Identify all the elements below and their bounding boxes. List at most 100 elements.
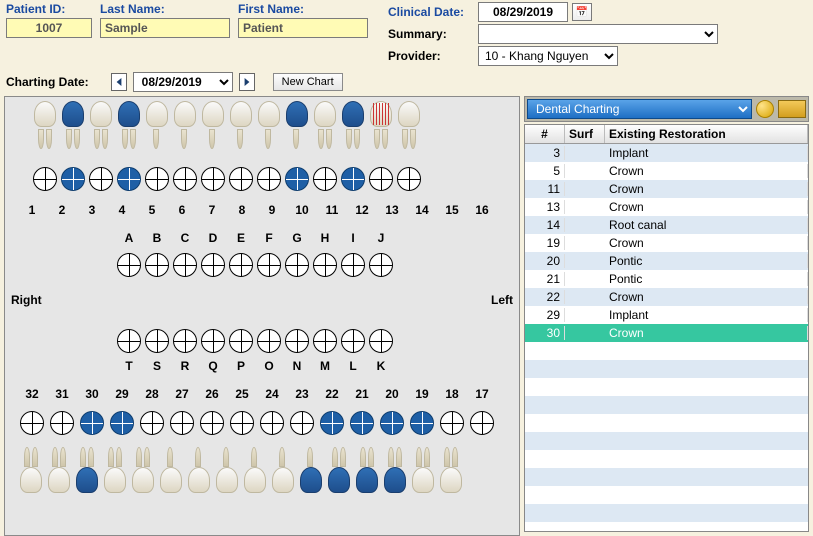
table-row[interactable] bbox=[525, 342, 808, 360]
occlusal-4[interactable] bbox=[89, 167, 113, 191]
last-name-input[interactable] bbox=[100, 18, 230, 38]
occlusal-15[interactable] bbox=[397, 167, 421, 191]
table-row[interactable]: 22Crown bbox=[525, 288, 808, 306]
primary-occlusal-F[interactable] bbox=[257, 253, 281, 277]
primary-occlusal-A[interactable] bbox=[117, 253, 141, 277]
tooth-22[interactable] bbox=[297, 447, 325, 495]
primary-occlusal-G[interactable] bbox=[285, 253, 309, 277]
occlusal-2[interactable] bbox=[33, 167, 57, 191]
tooth-23[interactable] bbox=[269, 447, 297, 495]
primary-occlusal-B[interactable] bbox=[145, 253, 169, 277]
occlusal-27[interactable] bbox=[170, 411, 194, 435]
occlusal-25[interactable] bbox=[230, 411, 254, 435]
table-row[interactable]: 13Crown bbox=[525, 198, 808, 216]
table-row[interactable] bbox=[525, 504, 808, 522]
tooth-18[interactable] bbox=[409, 447, 437, 495]
occlusal-22[interactable] bbox=[320, 411, 344, 435]
occlusal-6[interactable] bbox=[145, 167, 169, 191]
table-row[interactable]: 5Crown bbox=[525, 162, 808, 180]
table-row[interactable] bbox=[525, 522, 808, 532]
primary-occlusal-P[interactable] bbox=[229, 329, 253, 353]
tooth-25[interactable] bbox=[213, 447, 241, 495]
tooth-29[interactable] bbox=[101, 447, 129, 495]
occlusal-18[interactable] bbox=[440, 411, 464, 435]
primary-occlusal-T[interactable] bbox=[117, 329, 141, 353]
tooth-6[interactable] bbox=[143, 101, 171, 149]
tooth-31[interactable] bbox=[45, 447, 73, 495]
highlight-rect-button[interactable] bbox=[778, 100, 806, 118]
occlusal-26[interactable] bbox=[200, 411, 224, 435]
occlusal-19[interactable] bbox=[410, 411, 434, 435]
tooth-32[interactable] bbox=[17, 447, 45, 495]
table-row[interactable] bbox=[525, 486, 808, 504]
tooth-3[interactable] bbox=[59, 101, 87, 149]
occlusal-14[interactable] bbox=[369, 167, 393, 191]
primary-occlusal-E[interactable] bbox=[229, 253, 253, 277]
tooth-27[interactable] bbox=[157, 447, 185, 495]
primary-occlusal-C[interactable] bbox=[173, 253, 197, 277]
occlusal-11[interactable] bbox=[285, 167, 309, 191]
table-row[interactable]: 3Implant bbox=[525, 144, 808, 162]
primary-occlusal-N[interactable] bbox=[285, 329, 309, 353]
tooth-8[interactable] bbox=[199, 101, 227, 149]
occlusal-5[interactable] bbox=[117, 167, 141, 191]
occlusal-13[interactable] bbox=[341, 167, 365, 191]
col-restoration[interactable]: Existing Restoration bbox=[605, 125, 808, 143]
tooth-4[interactable] bbox=[87, 101, 115, 149]
tooth-14[interactable] bbox=[367, 101, 395, 149]
calendar-icon[interactable]: 📅 bbox=[572, 3, 592, 21]
occlusal-8[interactable] bbox=[201, 167, 225, 191]
occlusal-29[interactable] bbox=[110, 411, 134, 435]
tooth-10[interactable] bbox=[255, 101, 283, 149]
primary-occlusal-J[interactable] bbox=[369, 253, 393, 277]
occlusal-31[interactable] bbox=[50, 411, 74, 435]
tooth-13[interactable] bbox=[339, 101, 367, 149]
tooth-30[interactable] bbox=[73, 447, 101, 495]
table-row[interactable]: 11Crown bbox=[525, 180, 808, 198]
clinical-date-input[interactable] bbox=[478, 2, 568, 22]
tooth-15[interactable] bbox=[395, 101, 423, 149]
col-surf[interactable]: Surf bbox=[565, 125, 605, 143]
table-row[interactable]: 20Pontic bbox=[525, 252, 808, 270]
occlusal-12[interactable] bbox=[313, 167, 337, 191]
table-row[interactable] bbox=[525, 414, 808, 432]
tooth-19[interactable] bbox=[381, 447, 409, 495]
tooth-5[interactable] bbox=[115, 101, 143, 149]
occlusal-23[interactable] bbox=[290, 411, 314, 435]
occlusal-28[interactable] bbox=[140, 411, 164, 435]
occlusal-9[interactable] bbox=[229, 167, 253, 191]
summary-select[interactable] bbox=[478, 24, 718, 44]
highlight-dot-button[interactable] bbox=[756, 100, 774, 118]
prev-date-button[interactable] bbox=[111, 73, 127, 91]
primary-occlusal-L[interactable] bbox=[341, 329, 365, 353]
table-row[interactable] bbox=[525, 468, 808, 486]
tooth-9[interactable] bbox=[227, 101, 255, 149]
table-row[interactable] bbox=[525, 450, 808, 468]
primary-occlusal-D[interactable] bbox=[201, 253, 225, 277]
col-num[interactable]: # bbox=[525, 125, 565, 143]
primary-occlusal-Q[interactable] bbox=[201, 329, 225, 353]
occlusal-17[interactable] bbox=[470, 411, 494, 435]
primary-occlusal-R[interactable] bbox=[173, 329, 197, 353]
primary-occlusal-I[interactable] bbox=[341, 253, 365, 277]
occlusal-3[interactable] bbox=[61, 167, 85, 191]
chart-mode-select[interactable]: Dental Charting bbox=[527, 99, 752, 119]
provider-select[interactable]: 10 - Khang Nguyen bbox=[478, 46, 618, 66]
tooth-21[interactable] bbox=[325, 447, 353, 495]
table-row[interactable] bbox=[525, 360, 808, 378]
primary-occlusal-O[interactable] bbox=[257, 329, 281, 353]
primary-occlusal-H[interactable] bbox=[313, 253, 337, 277]
primary-occlusal-S[interactable] bbox=[145, 329, 169, 353]
occlusal-30[interactable] bbox=[80, 411, 104, 435]
charting-date-select[interactable]: 08/29/2019 bbox=[133, 72, 233, 92]
next-date-button[interactable] bbox=[239, 73, 255, 91]
tooth-7[interactable] bbox=[171, 101, 199, 149]
tooth-17[interactable] bbox=[437, 447, 465, 495]
table-row[interactable] bbox=[525, 432, 808, 450]
tooth-28[interactable] bbox=[129, 447, 157, 495]
occlusal-20[interactable] bbox=[380, 411, 404, 435]
tooth-12[interactable] bbox=[311, 101, 339, 149]
tooth-20[interactable] bbox=[353, 447, 381, 495]
occlusal-10[interactable] bbox=[257, 167, 281, 191]
tooth-11[interactable] bbox=[283, 101, 311, 149]
